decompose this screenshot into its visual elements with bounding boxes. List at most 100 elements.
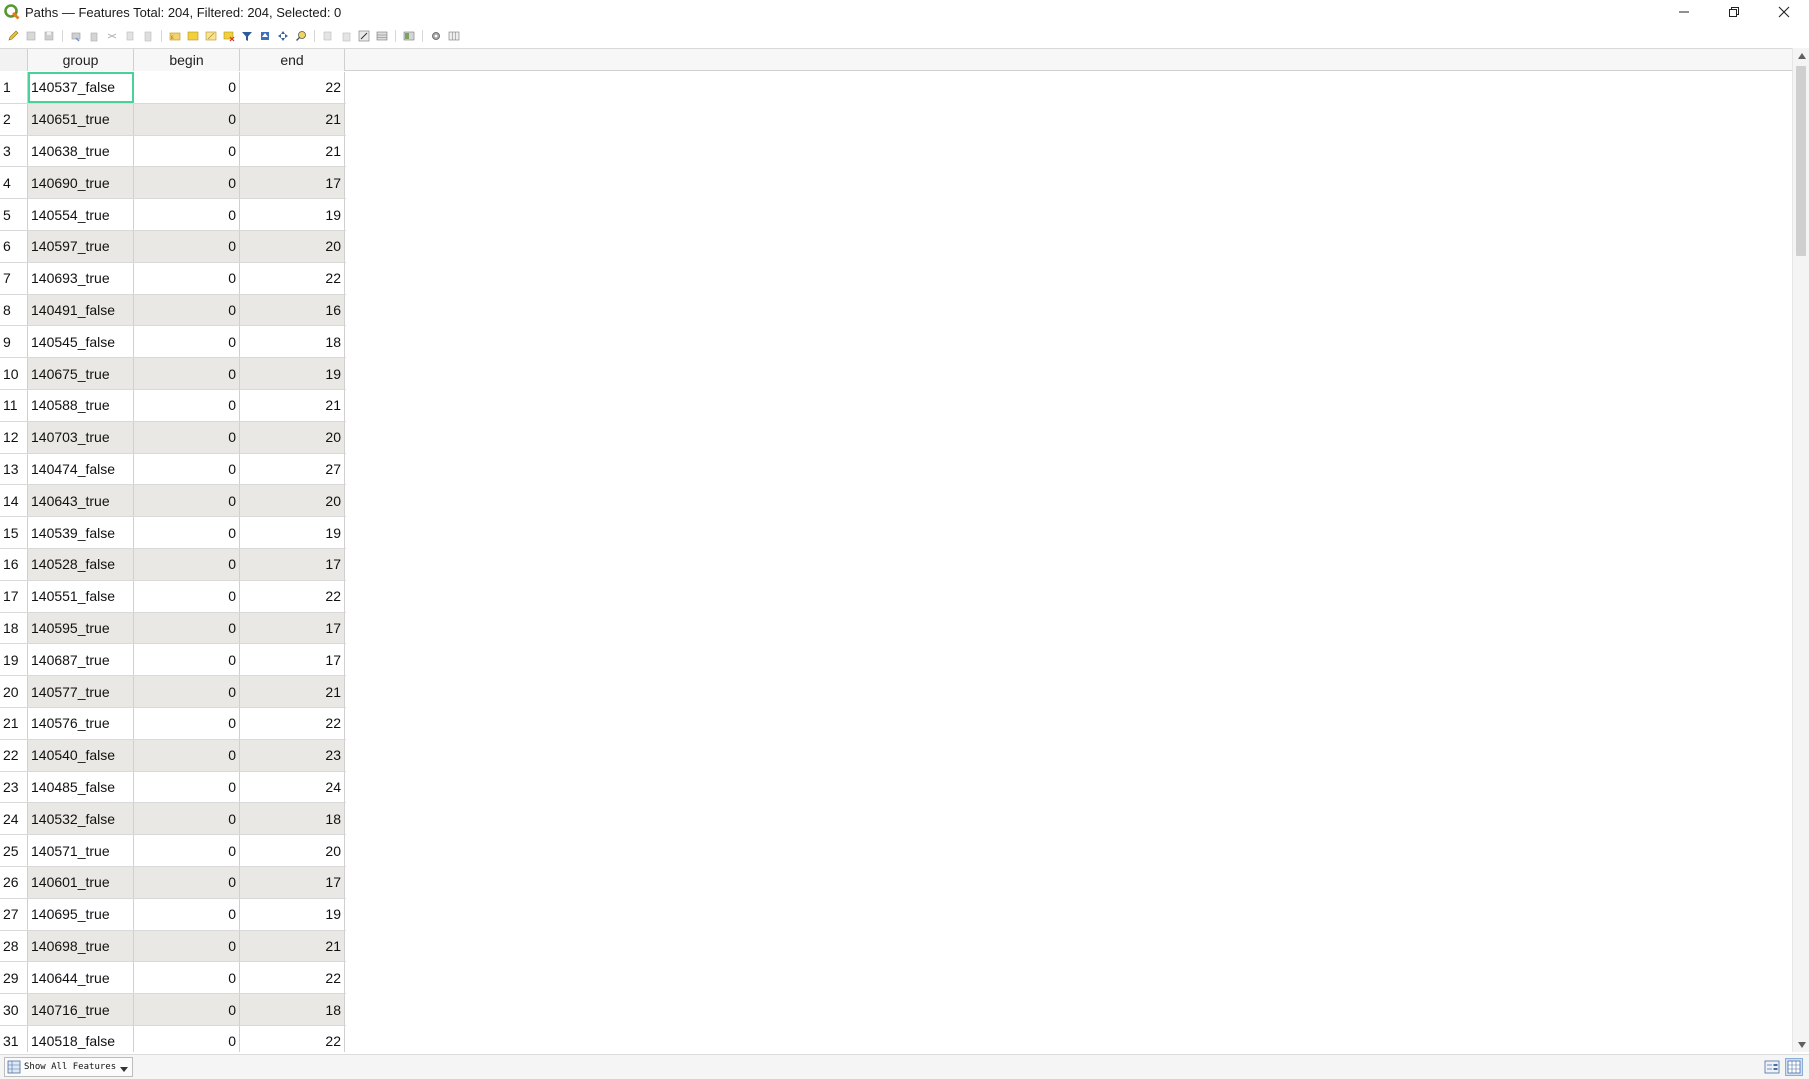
cell-begin[interactable]: 0 [134, 72, 240, 103]
cell-end[interactable]: 18 [240, 994, 345, 1025]
cell-begin[interactable]: 0 [134, 994, 240, 1025]
cell-group[interactable]: 140693_true [28, 262, 134, 294]
cell-end[interactable]: 17 [240, 866, 345, 898]
form-view-button[interactable] [1763, 1058, 1781, 1076]
save-icon[interactable] [42, 29, 56, 43]
vertical-scrollbar[interactable] [1792, 48, 1809, 1052]
table-row[interactable]: 26 140601_true 0 17 [0, 866, 346, 899]
cell-begin[interactable]: 0 [134, 485, 240, 517]
row-header[interactable]: 11 [0, 389, 28, 421]
table-row[interactable]: 14 140643_true 0 20 [0, 485, 346, 518]
row-header[interactable]: 26 [0, 866, 28, 898]
row-header[interactable]: 5 [0, 199, 28, 230]
cell-end[interactable]: 23 [240, 739, 345, 771]
feature-filter-dropdown[interactable]: Show All Features [4, 1057, 134, 1077]
cell-begin[interactable]: 0 [134, 167, 240, 199]
cell-group[interactable]: 140675_true [28, 358, 134, 389]
cell-begin[interactable]: 0 [134, 199, 240, 230]
pan-icon[interactable] [276, 29, 290, 43]
table-row[interactable]: 27 140695_true 0 19 [0, 898, 346, 931]
cell-group[interactable]: 140644_true [28, 962, 134, 994]
cell-group[interactable]: 140597_true [28, 230, 134, 262]
table-corner-button[interactable] [0, 49, 28, 71]
conditional-format-icon[interactable] [375, 29, 389, 43]
copy-rows-icon[interactable] [321, 29, 335, 43]
cell-end[interactable]: 17 [240, 644, 345, 676]
row-header[interactable]: 30 [0, 994, 28, 1025]
table-row[interactable]: 3 140638_true 0 21 [0, 135, 346, 168]
table-row[interactable]: 1 140537_false 0 22 [0, 72, 346, 104]
row-header[interactable]: 13 [0, 453, 28, 485]
cell-end[interactable]: 19 [240, 898, 345, 930]
table-row[interactable]: 5 140554_true 0 19 [0, 199, 346, 231]
cell-group[interactable]: 140716_true [28, 994, 134, 1025]
cell-begin[interactable]: 0 [134, 707, 240, 739]
table-row[interactable]: 8 140491_false 0 16 [0, 294, 346, 327]
cell-group[interactable]: 140571_true [28, 835, 134, 866]
row-header[interactable]: 9 [0, 326, 28, 358]
cell-begin[interactable]: 0 [134, 739, 240, 771]
minimize-button[interactable] [1659, 0, 1709, 24]
cell-group[interactable]: 140485_false [28, 771, 134, 803]
row-header[interactable]: 12 [0, 421, 28, 453]
table-row[interactable]: 11 140588_true 0 21 [0, 389, 346, 422]
cell-begin[interactable]: 0 [134, 230, 240, 262]
table-row[interactable]: 17 140551_false 0 22 [0, 580, 346, 613]
cell-begin[interactable]: 0 [134, 262, 240, 294]
filter-icon[interactable] [240, 29, 254, 43]
cell-group[interactable]: 140532_false [28, 803, 134, 835]
cell-begin[interactable]: 0 [134, 294, 240, 326]
cell-group[interactable]: 140601_true [28, 866, 134, 898]
cell-end[interactable]: 17 [240, 612, 345, 644]
organize-columns-icon[interactable] [447, 29, 461, 43]
multi-edit-icon[interactable] [24, 29, 38, 43]
table-row[interactable]: 21 140576_true 0 22 [0, 707, 346, 740]
cell-begin[interactable]: 0 [134, 612, 240, 644]
table-row[interactable]: 16 140528_false 0 17 [0, 548, 346, 581]
cell-begin[interactable]: 0 [134, 421, 240, 453]
zoom-selection-icon[interactable] [294, 29, 308, 43]
column-header-end[interactable]: end [240, 49, 345, 71]
cell-begin[interactable]: 0 [134, 453, 240, 485]
cell-end[interactable]: 21 [240, 389, 345, 421]
table-row[interactable]: 30 140716_true 0 18 [0, 994, 346, 1026]
row-header[interactable]: 27 [0, 898, 28, 930]
cell-begin[interactable]: 0 [134, 358, 240, 389]
scroll-down-button[interactable] [1793, 1037, 1809, 1052]
cell-group[interactable]: 140540_false [28, 739, 134, 771]
cell-group[interactable]: 140491_false [28, 294, 134, 326]
cell-end[interactable]: 22 [240, 262, 345, 294]
cell-group[interactable]: 140643_true [28, 485, 134, 517]
row-header[interactable]: 18 [0, 612, 28, 644]
cell-end[interactable]: 17 [240, 167, 345, 199]
cell-end[interactable]: 24 [240, 771, 345, 803]
row-header[interactable]: 21 [0, 707, 28, 739]
cell-end[interactable]: 20 [240, 230, 345, 262]
row-header[interactable]: 8 [0, 294, 28, 326]
table-row[interactable]: 24 140532_false 0 18 [0, 803, 346, 836]
scroll-up-button[interactable] [1793, 48, 1809, 63]
cell-begin[interactable]: 0 [134, 326, 240, 358]
row-header[interactable]: 4 [0, 167, 28, 199]
restore-button[interactable] [1709, 0, 1759, 24]
cell-end[interactable]: 27 [240, 453, 345, 485]
cell-group[interactable]: 140638_true [28, 135, 134, 167]
table-row[interactable]: 7 140693_true 0 22 [0, 262, 346, 295]
table-row[interactable]: 23 140485_false 0 24 [0, 771, 346, 804]
cell-group[interactable]: 140554_true [28, 199, 134, 230]
cell-begin[interactable]: 0 [134, 962, 240, 994]
table-view-button[interactable] [1785, 1058, 1803, 1076]
row-header[interactable]: 28 [0, 930, 28, 962]
cell-group[interactable]: 140698_true [28, 930, 134, 962]
table-row[interactable]: 13 140474_false 0 27 [0, 453, 346, 486]
cell-group[interactable]: 140577_true [28, 676, 134, 707]
cell-group[interactable]: 140695_true [28, 898, 134, 930]
table-row[interactable]: 28 140698_true 0 21 [0, 930, 346, 963]
delete-icon[interactable] [87, 29, 101, 43]
cell-begin[interactable]: 0 [134, 580, 240, 612]
row-header[interactable]: 16 [0, 548, 28, 580]
table-row[interactable]: 31 140518_false 0 22 [0, 1025, 346, 1052]
cell-group[interactable]: 140474_false [28, 453, 134, 485]
cell-end[interactable]: 19 [240, 358, 345, 389]
paste-icon[interactable] [141, 29, 155, 43]
